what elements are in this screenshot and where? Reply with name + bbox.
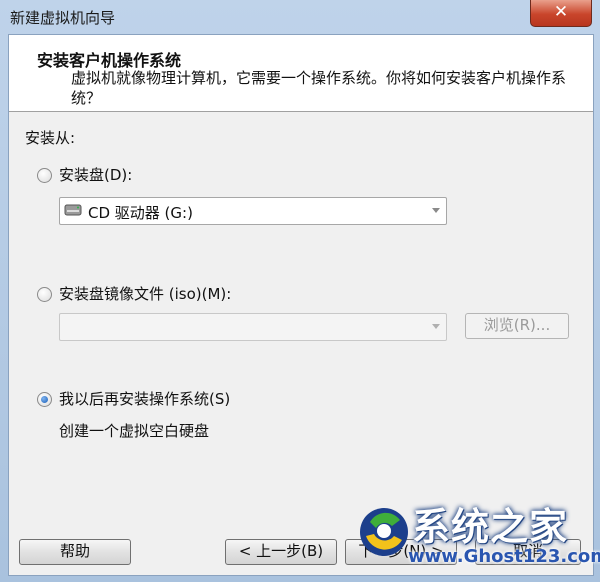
- radio-install-disc[interactable]: [37, 168, 52, 183]
- watermark: 系统之家 www.Ghost123.com: [350, 494, 600, 578]
- wizard-header: 安装客户机操作系统 虚拟机就像物理计算机，它需要一个操作系统。你将如何安装客户机…: [9, 35, 593, 112]
- help-button[interactable]: 帮助: [19, 539, 131, 565]
- install-from-label: 安装从:: [25, 129, 76, 147]
- watermark-text: 系统之家: [412, 504, 569, 549]
- dialog-window: 新建虚拟机向导 ✕ 安装客户机操作系统 虚拟机就像物理计算机，它需要一个操作系统…: [0, 0, 600, 582]
- close-button[interactable]: ✕: [530, 0, 592, 27]
- title-bar[interactable]: 新建虚拟机向导 ✕: [0, 0, 600, 34]
- window-title: 新建虚拟机向导: [10, 9, 116, 27]
- chevron-down-icon: [432, 324, 440, 329]
- install-later-description: 创建一个虚拟空白硬盘: [59, 422, 210, 440]
- radio-install-later[interactable]: [37, 392, 52, 407]
- back-button[interactable]: < 上一步(B): [225, 539, 337, 565]
- watermark-logo-icon: [360, 508, 408, 556]
- radio-install-iso[interactable]: [37, 287, 52, 302]
- chevron-down-icon: [432, 208, 440, 213]
- install-disc-label[interactable]: 安装盘(D):: [59, 164, 132, 185]
- browse-button[interactable]: 浏览(R)...: [465, 313, 569, 339]
- drive-select[interactable]: CD 驱动器 (G:): [59, 197, 447, 225]
- page-subtitle: 虚拟机就像物理计算机，它需要一个操作系统。你将如何安装客户机操作系统？: [71, 69, 567, 107]
- watermark-url: www.Ghost123.com: [408, 546, 600, 567]
- install-later-label[interactable]: 我以后再安装操作系统(S): [59, 388, 230, 409]
- iso-path-select[interactable]: [59, 313, 447, 341]
- install-iso-label[interactable]: 安装盘镜像文件 (iso)(M):: [59, 283, 231, 304]
- drive-select-value: CD 驱动器 (G:): [88, 204, 193, 222]
- cd-drive-icon: [64, 204, 82, 216]
